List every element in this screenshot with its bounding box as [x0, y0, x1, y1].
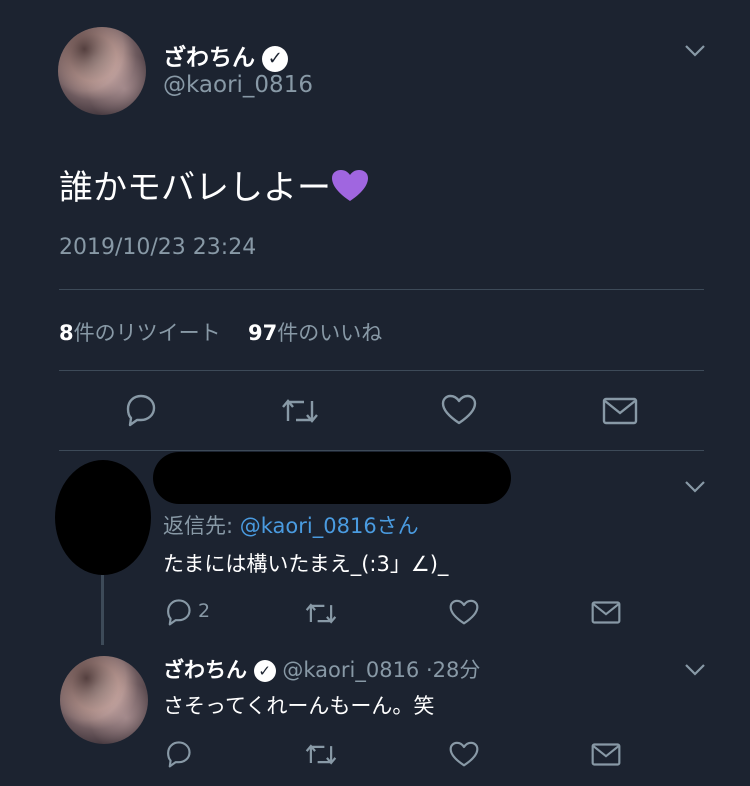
- divider: [59, 370, 704, 371]
- like-icon[interactable]: [449, 599, 479, 626]
- verified-icon: ✓: [253, 660, 276, 682]
- verified-icon: ✓: [262, 45, 289, 72]
- like-count: 97: [248, 321, 278, 345]
- main-author-name[interactable]: ざわちん: [163, 45, 255, 71]
- reply-2-author-handle[interactable]: @kaori_0816: [282, 658, 419, 682]
- main-tweet-text: 誰かモバレしよー: [59, 168, 331, 208]
- engagement-counts: 8件のリツイート 97件のいいね: [59, 317, 382, 347]
- main-author-row: ざわちん ✓: [163, 38, 289, 72]
- share-icon[interactable]: [591, 742, 621, 767]
- reply-1-text: たまには構いたまえ_(:3」∠)_: [163, 552, 449, 576]
- reply-2-text: さそってくれーんもーん。笑: [163, 694, 435, 718]
- reply-icon[interactable]: [122, 393, 158, 427]
- reply-icon[interactable]: [163, 598, 193, 626]
- reply-to-handle[interactable]: @kaori_0816さん: [240, 514, 419, 538]
- main-tweet-text-row: 誰かモバレしよー: [59, 160, 369, 209]
- retweet-icon[interactable]: [304, 600, 338, 627]
- purple-heart-icon: [331, 170, 369, 207]
- retweet-icon[interactable]: [280, 395, 320, 427]
- retweet-count: 8: [59, 321, 74, 345]
- divider: [59, 289, 704, 290]
- redacted-author-name: [153, 452, 511, 504]
- reply-to-line: 返信先: @kaori_0816さん: [163, 510, 419, 540]
- retweet-icon[interactable]: [304, 741, 338, 768]
- redacted-avatar: [55, 460, 151, 575]
- reply-2-separator: ·: [425, 658, 433, 682]
- retweet-count-label: 件のリツイート: [73, 321, 221, 345]
- main-author-handle[interactable]: @kaori_0816: [163, 72, 313, 98]
- reply-2-avatar[interactable]: [60, 656, 148, 744]
- chevron-down-icon[interactable]: [684, 480, 706, 494]
- main-timestamp[interactable]: 2019/10/23 23:24: [59, 235, 256, 260]
- reply-icon[interactable]: [163, 740, 193, 768]
- like-count-link[interactable]: 97件のいいね: [248, 321, 382, 345]
- divider: [59, 450, 704, 451]
- chevron-down-icon[interactable]: [684, 44, 706, 58]
- reply-2-time[interactable]: 28分: [433, 658, 481, 682]
- retweet-count-link[interactable]: 8件のリツイート: [59, 321, 221, 345]
- like-icon[interactable]: [449, 741, 479, 768]
- reply-2-header: ざわちん ✓ @kaori_0816 ·28分: [163, 654, 480, 684]
- chevron-down-icon[interactable]: [684, 663, 706, 677]
- share-icon[interactable]: [602, 396, 638, 426]
- like-icon[interactable]: [441, 394, 477, 426]
- main-avatar[interactable]: [58, 27, 146, 115]
- thread-line: [101, 575, 104, 645]
- like-count-label: 件のいいね: [277, 321, 383, 345]
- reply-1-reply-count: 2: [198, 600, 211, 622]
- share-icon[interactable]: [591, 600, 621, 625]
- reply-2-author-name[interactable]: ざわちん: [163, 658, 247, 682]
- reply-to-prefix: 返信先:: [163, 514, 234, 538]
